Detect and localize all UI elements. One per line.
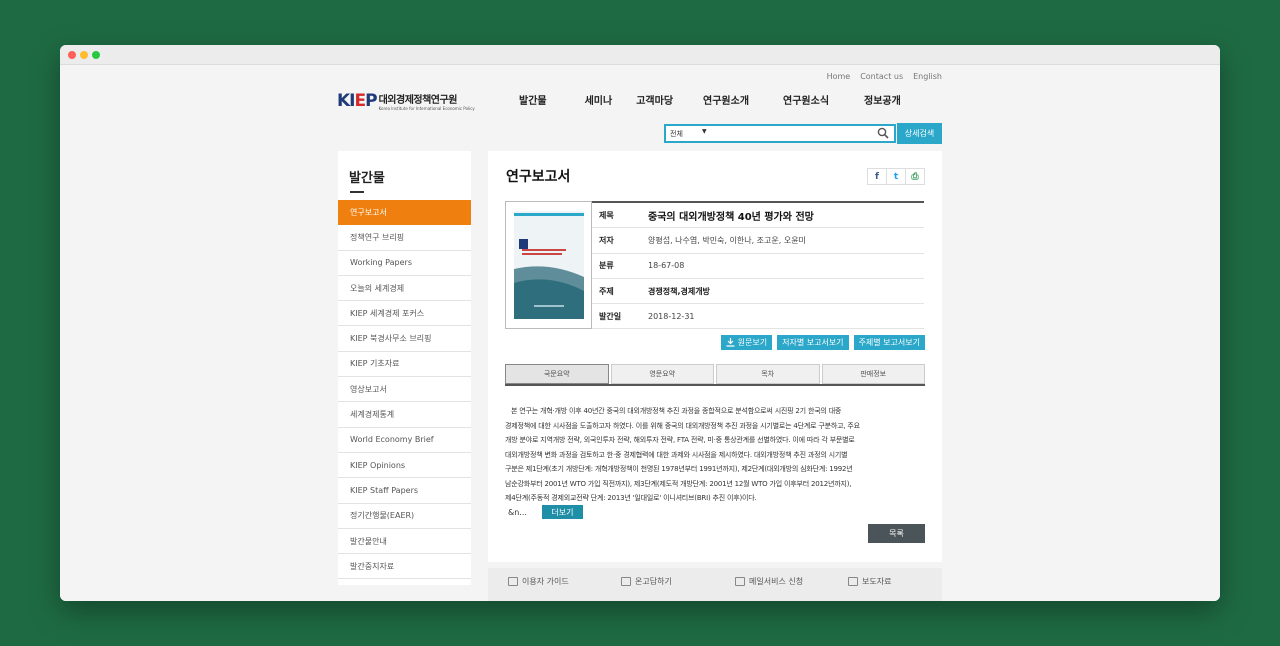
- browser-window: Home Contact us English KIEP 대외경제정책연구원 K…: [60, 45, 1220, 601]
- page: Home Contact us English KIEP 대외경제정책연구원 K…: [60, 65, 1220, 601]
- reports-by-subject-button[interactable]: 주제별 보고서보기: [853, 335, 925, 350]
- main-content: 연구보고서 f t ⎙ 제목 중국의 대외개방정책 40년 평가와 전망 저자 …: [488, 151, 942, 562]
- contact-link[interactable]: Contact us: [860, 72, 903, 81]
- nav-customer[interactable]: 고객마당: [636, 92, 673, 107]
- tab-english-summary[interactable]: 영문요약: [610, 364, 714, 384]
- sidebar-item-world-economy-focus[interactable]: KIEP 세계경제 포커스: [338, 301, 471, 327]
- footer-quick-links: 이용자 가이드 온고답하기 메일서비스 신청 보도자료: [488, 568, 942, 601]
- document-icon: [848, 577, 858, 586]
- search-input[interactable]: 전체 ▼: [664, 124, 896, 143]
- sidebar-item-world-economy-today[interactable]: 오늘의 세계경제: [338, 276, 471, 302]
- cover-image: [514, 211, 584, 319]
- sidebar-item-staff-papers[interactable]: KIEP Staff Papers: [338, 478, 471, 504]
- tab-sales-info[interactable]: 판매정보: [821, 364, 925, 384]
- chat-icon: [621, 577, 631, 586]
- title-underline: [350, 191, 364, 193]
- report-date: 2018-12-31: [648, 311, 695, 321]
- download-icon: [726, 338, 735, 347]
- sidebar-item-world-economy-brief[interactable]: World Economy Brief: [338, 428, 471, 453]
- sidebar-item-eaer[interactable]: 정기간행물(EAER): [338, 504, 471, 529]
- reports-by-author-button[interactable]: 저자별 보고서보기: [777, 335, 849, 350]
- tab-table-of-contents[interactable]: 목차: [716, 364, 820, 384]
- minimize-window-button[interactable]: [80, 51, 88, 59]
- summary-text: 본 연구는 개혁·개방 이후 40년간 중국의 대외개방정책 추진 과정을 종합…: [505, 407, 860, 502]
- nav-news[interactable]: 연구원소식: [783, 92, 829, 107]
- logo-korean-name: 대외경제정책연구원: [378, 95, 458, 106]
- mail-service-link[interactable]: 메일서비스 신청: [735, 576, 803, 587]
- report-number: 18-67-08: [648, 261, 685, 271]
- more-button[interactable]: 더보기: [541, 505, 583, 519]
- nav-seminars[interactable]: 세미나: [585, 92, 613, 107]
- report-subject: 경쟁정책,경제개방: [648, 286, 710, 296]
- report-metadata: 제목 중국의 대외개방정책 40년 평가와 전망 저자 양평섭, 나수엽, 박민…: [592, 201, 924, 330]
- title-bar: [60, 45, 1220, 65]
- nav-about[interactable]: 연구원소개: [703, 92, 749, 107]
- report-authors: 양평섭, 나수엽, 박민숙, 이한나, 조고운, 오윤미: [648, 235, 806, 245]
- report-actions: 원문보기 저자별 보고서보기 주제별 보고서보기: [720, 335, 925, 350]
- detail-search-button[interactable]: 상세검색: [897, 123, 942, 144]
- detail-tabs: 국문요약 영문요약 목차 판매정보: [505, 364, 925, 386]
- nav-disclosure[interactable]: 정보공개: [864, 92, 901, 107]
- meta-row-authors: 저자 양평섭, 나수엽, 박민숙, 이한나, 조고운, 오윤미: [592, 228, 924, 254]
- main-nav: 발간물 세미나 고객마당 연구원소개 연구원소식 정보공개: [506, 92, 901, 107]
- sidebar-item-beijing-briefing[interactable]: KIEP 북경사무소 브리핑: [338, 326, 471, 352]
- english-link[interactable]: English: [913, 72, 942, 81]
- sidebar-item-discontinued[interactable]: 발간중지자료: [338, 554, 471, 580]
- header: Home Contact us English KIEP 대외경제정책연구원 K…: [60, 65, 1220, 149]
- user-guide-link[interactable]: 이용자 가이드: [508, 576, 569, 587]
- logo-text: 대외경제정책연구원 Korea Institute for Internatio…: [379, 91, 475, 111]
- share-buttons: f t ⎙: [867, 168, 925, 185]
- sidebar-item-policy-briefing[interactable]: 정책연구 브리핑: [338, 225, 471, 251]
- kiep-logo[interactable]: KIEP 대외경제정책연구원 Korea Institute for Inter…: [337, 91, 475, 111]
- twitter-icon[interactable]: t: [886, 168, 906, 185]
- top-links: Home Contact us English: [827, 72, 942, 81]
- sidebar-item-opinions[interactable]: KIEP Opinions: [338, 453, 471, 479]
- view-original-button[interactable]: 원문보기: [720, 335, 773, 350]
- sidebar-item-statistics[interactable]: 세계경제통계: [338, 402, 471, 428]
- home-link[interactable]: Home: [827, 72, 851, 81]
- sidebar-item-working-papers[interactable]: Working Papers: [338, 251, 471, 276]
- sidebar-item-basic-data[interactable]: KIEP 기초자료: [338, 352, 471, 378]
- logo-english-name: Korea Institute for International Econom…: [378, 106, 475, 111]
- meta-row-title: 제목 중국의 대외개방정책 40년 평가와 전망: [592, 203, 924, 229]
- search-icon[interactable]: [877, 127, 889, 139]
- maximize-window-button[interactable]: [92, 51, 100, 59]
- sidebar-menu: 연구보고서 정책연구 브리핑 Working Papers 오늘의 세계경제 K…: [338, 200, 471, 580]
- mail-icon: [735, 577, 745, 586]
- sidebar: 발간물 연구보고서 정책연구 브리핑 Working Papers 오늘의 세계…: [338, 151, 471, 585]
- facebook-icon[interactable]: f: [867, 168, 887, 185]
- search-scope-select[interactable]: 전체: [670, 129, 683, 139]
- print-icon[interactable]: ⎙: [905, 168, 925, 185]
- page-title: 연구보고서: [506, 169, 571, 185]
- close-window-button[interactable]: [68, 51, 76, 59]
- list-button[interactable]: 목록: [868, 524, 925, 543]
- caret-down-icon: ▼: [702, 128, 707, 135]
- nav-publications[interactable]: 발간물: [519, 92, 547, 107]
- sidebar-item-publication-guide[interactable]: 발간물안내: [338, 529, 471, 555]
- press-release-link[interactable]: 보도자료: [848, 576, 891, 587]
- report-title: 중국의 대외개방정책 40년 평가와 전망: [648, 211, 814, 223]
- logo-mark: KIEP: [337, 91, 378, 111]
- sidebar-item-video-reports[interactable]: 영상보고서: [338, 377, 471, 403]
- more-row: &n... 더보기: [508, 505, 583, 519]
- truncated-text: &n...: [508, 507, 527, 517]
- meta-row-subject: 주제 경쟁정책,경제개방: [592, 279, 924, 305]
- report-cover[interactable]: [505, 201, 592, 329]
- book-icon: [508, 577, 518, 586]
- tab-korean-summary[interactable]: 국문요약: [505, 364, 609, 384]
- sidebar-title: 발간물: [349, 171, 385, 186]
- meta-row-category: 분류 18-67-08: [592, 254, 924, 279]
- meta-row-date: 발간일 2018-12-31: [592, 304, 924, 330]
- sidebar-item-research-reports[interactable]: 연구보고서: [338, 200, 471, 226]
- qna-link[interactable]: 온고답하기: [621, 576, 672, 587]
